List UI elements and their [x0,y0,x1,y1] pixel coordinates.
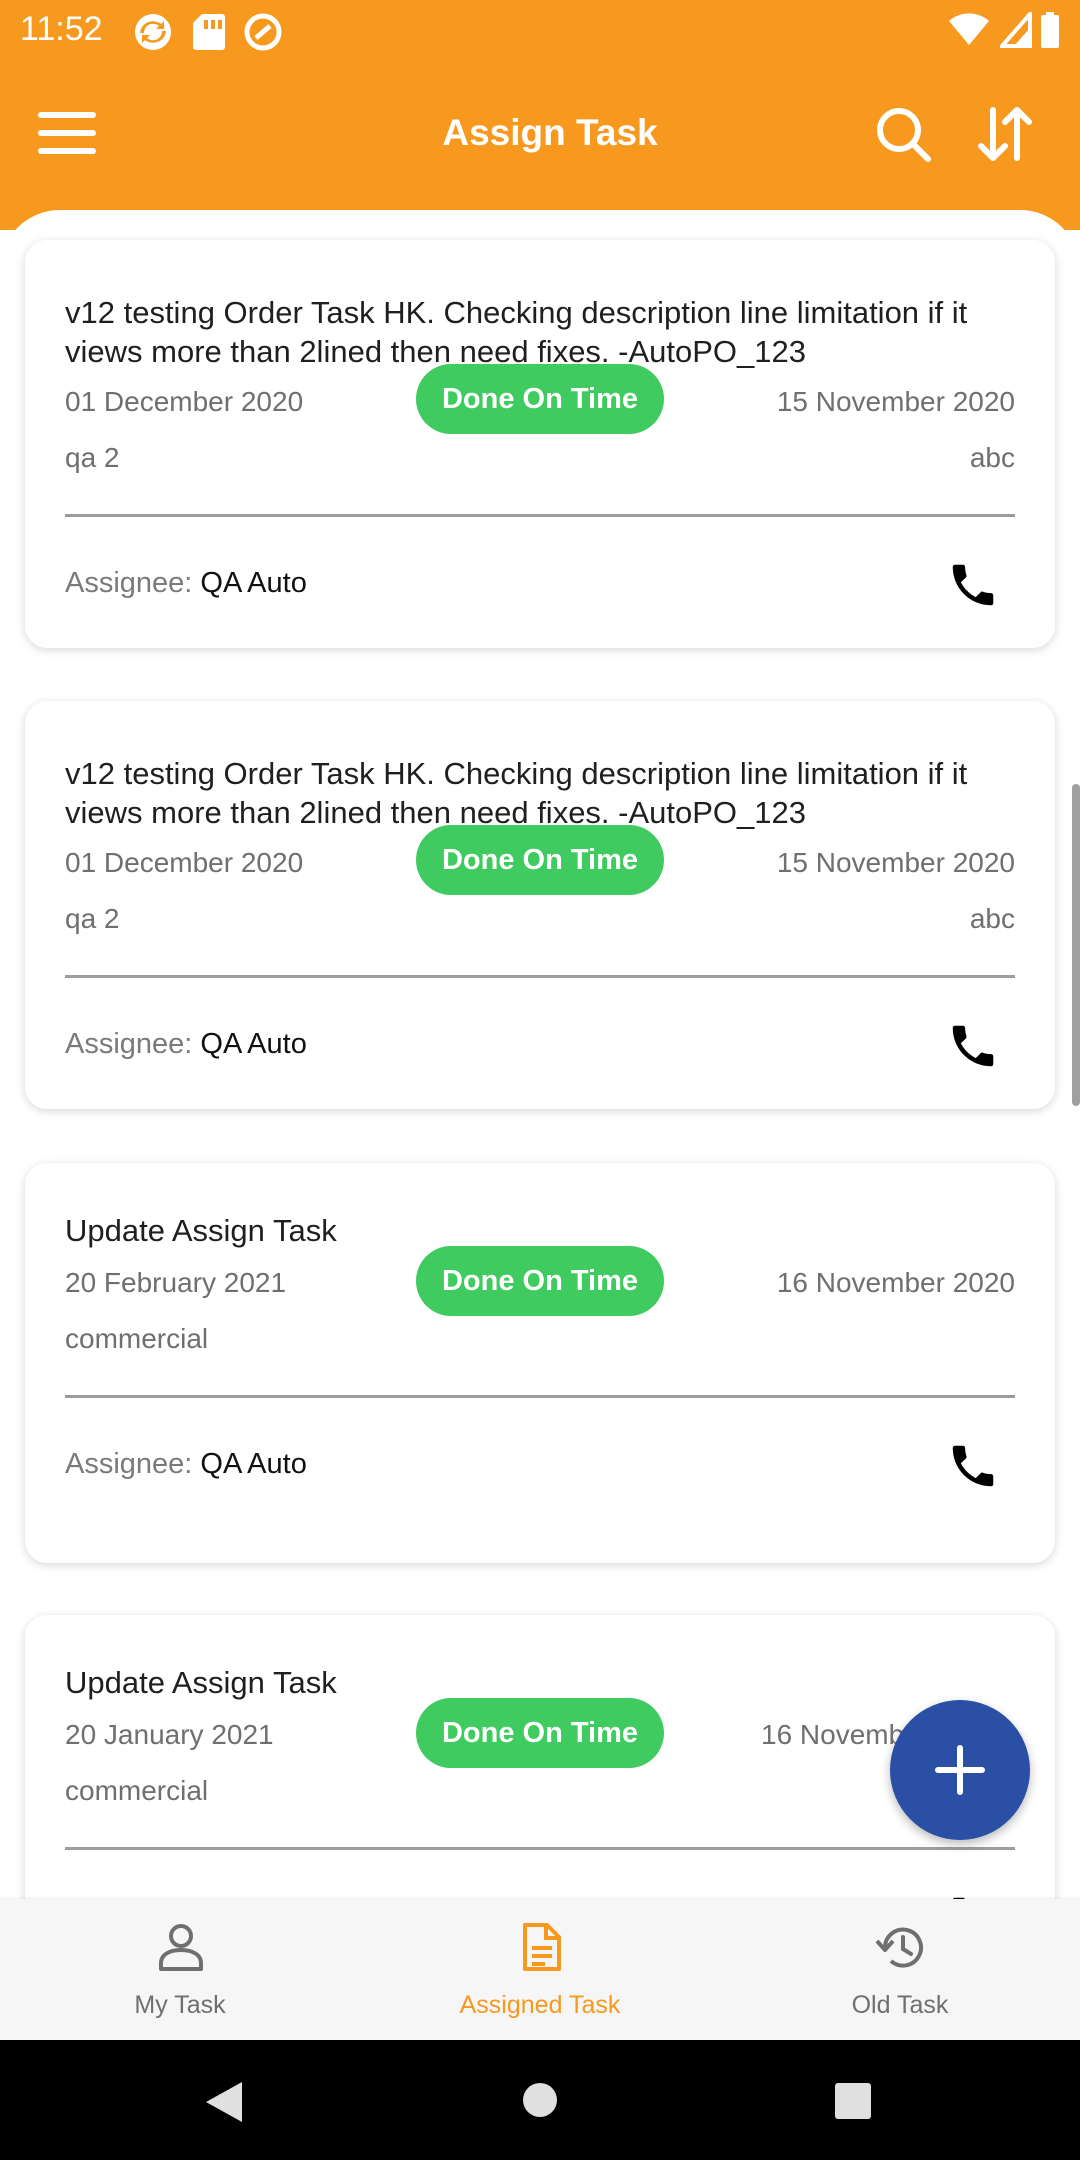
divider [65,514,1015,517]
sd-card-icon [193,14,225,50]
task-list[interactable]: v12 testing Order Task HK. Checking desc… [0,210,1080,1900]
cell-signal-icon [1000,12,1032,48]
task-category: qa 2 [65,903,120,934]
task-due-date: 16 November 2020 [776,1267,1015,1298]
back-icon[interactable] [204,2080,244,2124]
task-start-date: 20 January 2021 [65,1719,274,1750]
bottom-navigation: My Task Assigned Task Old Task [0,1899,1080,2040]
task-card[interactable]: Update Assign Task 20 February 2021 Done… [25,1163,1055,1563]
nav-my-task[interactable]: My Task [0,1899,360,2040]
status-badge: Done On Time [416,825,664,895]
search-icon[interactable] [873,104,933,164]
task-card[interactable]: v12 testing Order Task HK. Checking desc… [25,240,1055,648]
task-category: commercial [65,1323,209,1354]
phone-icon[interactable] [946,1019,1000,1073]
task-description: v12 testing Order Task HK. Checking desc… [65,295,968,369]
sort-icon[interactable] [975,104,1035,164]
task-start-date: 01 December 2020 [65,847,304,878]
task-description: Update Assign Task [65,1665,337,1700]
nav-label: Old Task [851,1991,949,2019]
app-header: 11:52 Assign Task [0,0,1080,230]
status-badge: Done On Time [416,1698,664,1768]
task-start-date: 01 December 2020 [65,386,304,417]
at-notification-icon [244,13,282,51]
status-time: 11:52 [20,10,103,48]
divider [65,1395,1015,1398]
assignee-row: Assignee: QA Auto [65,567,307,600]
system-navigation-bar [0,2040,1080,2160]
status-badge: Done On Time [416,1246,664,1316]
status-badge: Done On Time [416,364,664,434]
task-extra: abc [969,903,1015,934]
assignee-label: Assignee: [65,567,193,599]
phone-icon[interactable] [946,1439,1000,1493]
add-task-button[interactable] [890,1700,1030,1840]
task-due-date: 16 Novemb [761,1719,905,1750]
person-icon [159,1924,203,1971]
sync-notification-icon [135,14,171,50]
task-card[interactable]: v12 testing Order Task HK. Checking desc… [25,701,1055,1109]
document-icon [523,1923,561,1971]
task-category: qa 2 [65,442,120,473]
task-due-date: 15 November 2020 [776,847,1015,878]
assignee-name: QA Auto [200,1448,307,1480]
nav-label: My Task [134,1991,226,2019]
assignee-name: QA Auto [200,567,307,599]
plus-icon [935,1745,985,1795]
nav-assigned-task[interactable]: Assigned Task [360,1899,720,2040]
history-icon [875,1927,923,1968]
battery-icon [1041,12,1059,48]
task-due-date: 15 November 2020 [776,386,1015,417]
task-category: commercial [65,1775,209,1806]
recents-icon[interactable] [834,2082,872,2120]
home-icon[interactable] [522,2082,558,2118]
scrollbar[interactable] [1072,784,1080,1106]
assignee-label: Assignee: [65,1028,193,1060]
assignee-row: Assignee: QA Auto [65,1028,307,1061]
task-description: v12 testing Order Task HK. Checking desc… [65,756,968,830]
task-start-date: 20 February 2021 [65,1267,287,1298]
assignee-row: Assignee: QA Auto [65,1448,307,1481]
nav-label: Assigned Task [459,1991,621,2019]
assignee-name: QA Auto [200,1028,307,1060]
nav-old-task[interactable]: Old Task [720,1899,1080,2040]
assignee-label: Assignee: [65,1448,193,1480]
task-extra: abc [969,442,1015,473]
divider [65,1847,1015,1850]
phone-icon[interactable] [946,558,1000,612]
task-description: Update Assign Task [65,1213,337,1248]
divider [65,975,1015,978]
wifi-icon [949,13,989,46]
